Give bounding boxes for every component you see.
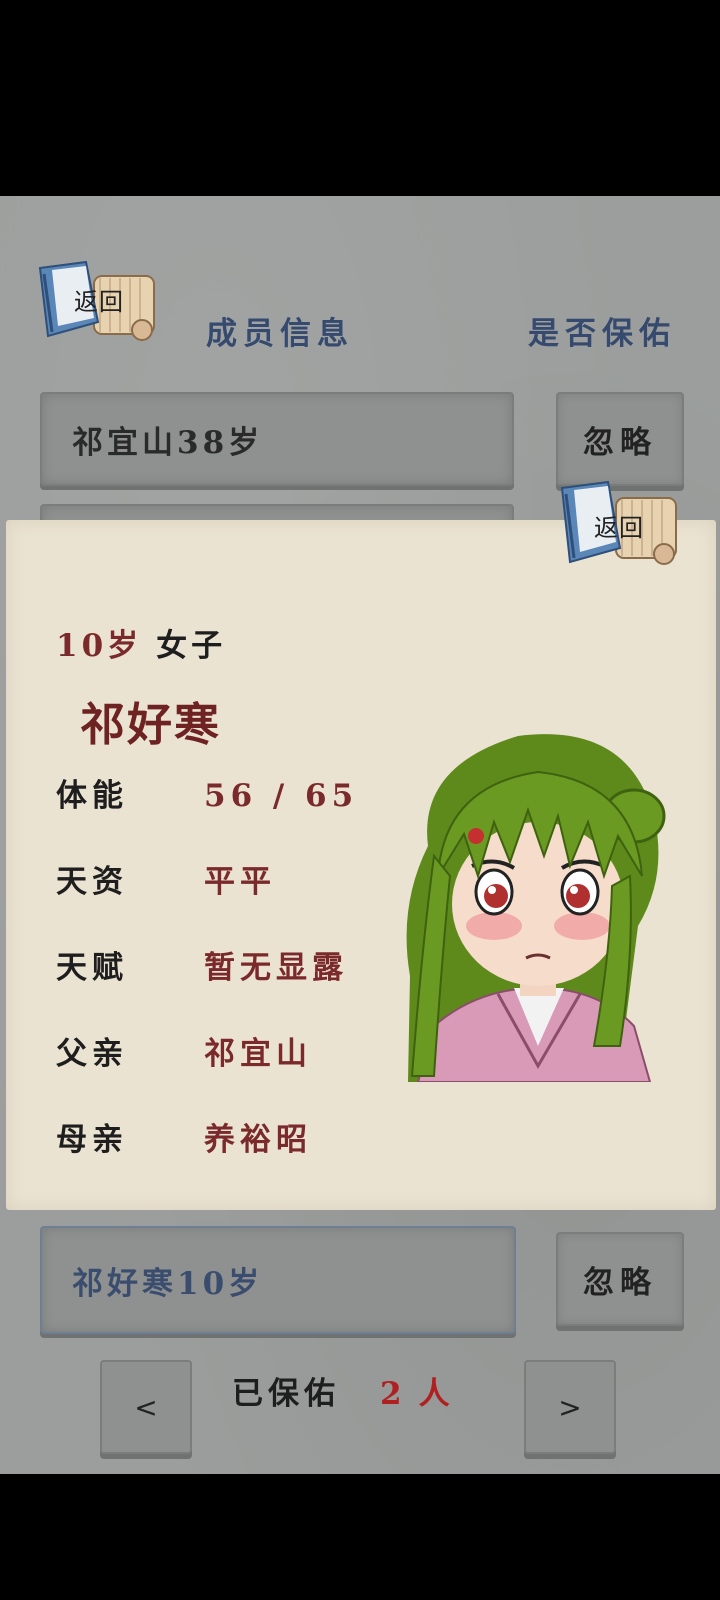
stat-value: 56 / 65 (204, 778, 359, 814)
popup-back-button[interactable]: 返回 (556, 478, 682, 574)
stat-key: 父亲 (56, 1036, 128, 1072)
stat-value: 暂无显露 (204, 950, 348, 986)
saved-count-display: 已保佑 2 人 (232, 1368, 455, 1413)
stat-row-aptitude: 天资 平平 (56, 856, 276, 901)
stat-row-stamina: 体能 56 / 65 (56, 770, 358, 815)
girl-portrait (406, 734, 666, 1082)
stat-value: 祁宜山 (204, 1036, 312, 1072)
member-info-header: 成员信息 (206, 316, 354, 352)
saved-label: 已保佑 (232, 1376, 340, 1412)
stat-key: 天资 (56, 864, 128, 900)
stat-value: 平平 (204, 864, 276, 900)
stat-key: 天赋 (56, 950, 128, 986)
stat-row-talent: 天赋 暂无显露 (56, 942, 348, 987)
game-screen: 返回 成员信息 是否保佑 祁宜山38岁 忽略 返回 10岁 女子 祁好寒 体能 56… (0, 196, 720, 1474)
stat-value: 养裕昭 (204, 1122, 312, 1158)
gender-text: 女子 (156, 628, 227, 664)
ignore-button[interactable]: 忽略 (556, 1232, 684, 1326)
stat-row-mother: 母亲 养裕昭 (56, 1114, 312, 1159)
saved-unit: 人 (418, 1376, 455, 1412)
next-page-button[interactable]: > (524, 1360, 616, 1454)
stat-row-father: 父亲 祁宜山 (56, 1028, 312, 1073)
ignore-button[interactable]: 忽略 (556, 392, 684, 486)
member-label: 祁好寒10岁 (72, 1265, 264, 1302)
protect-question-header: 是否保佑 (528, 316, 676, 352)
member-detail-card: 返回 10岁 女子 祁好寒 体能 56 / 65 天资 平平 天赋 暂无显露 父亲 祁宜山… (6, 480, 716, 1210)
stat-key: 母亲 (56, 1122, 128, 1158)
stat-key: 体能 (56, 778, 128, 814)
back-label: 返回 (594, 514, 644, 542)
back-button[interactable]: 返回 (34, 260, 160, 346)
member-row[interactable]: 祁宜山38岁 (40, 392, 514, 486)
age-gender-line: 10岁 女子 (56, 620, 226, 665)
back-label: 返回 (74, 288, 124, 316)
age-text: 10岁 (56, 628, 143, 664)
member-label: 祁宜山38岁 (72, 424, 264, 461)
saved-count: 2 (380, 1376, 407, 1412)
member-name: 祁好寒 (80, 698, 222, 751)
member-row[interactable]: 祁好寒10岁 (40, 1226, 516, 1334)
prev-page-button[interactable]: < (100, 1360, 192, 1454)
